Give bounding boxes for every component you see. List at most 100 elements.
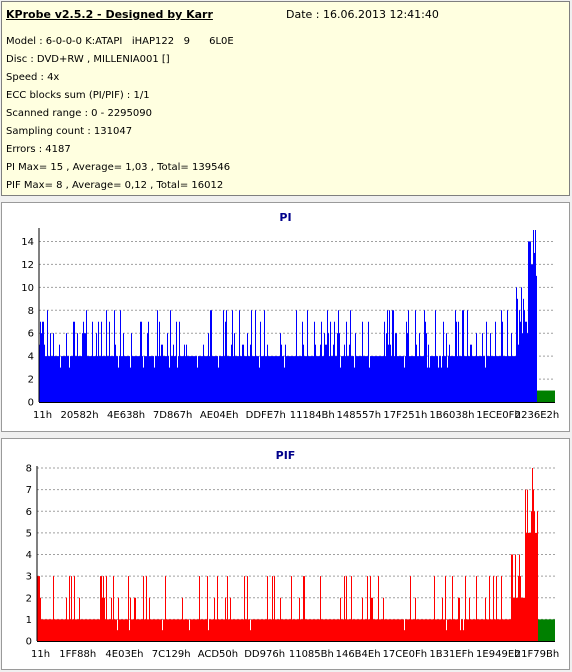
bar (497, 619, 498, 641)
bar (512, 554, 513, 641)
bar (532, 468, 533, 641)
bar (60, 367, 61, 402)
bar (93, 619, 94, 641)
bar (194, 619, 195, 641)
bar (358, 356, 359, 402)
bar (208, 630, 209, 641)
bar (518, 576, 519, 641)
bar (255, 310, 256, 402)
bar (394, 356, 395, 402)
bar (273, 619, 274, 641)
bar (470, 344, 471, 402)
bar (435, 619, 436, 641)
bar (393, 619, 394, 641)
bar (439, 356, 440, 402)
bar (317, 619, 318, 641)
bar (290, 356, 291, 402)
bar (504, 619, 505, 641)
bar (422, 619, 423, 641)
bar (280, 597, 281, 641)
bar (51, 619, 52, 641)
bar (258, 619, 259, 641)
bar (315, 619, 316, 641)
bar (314, 321, 315, 402)
bar (467, 619, 468, 641)
bar (222, 619, 223, 641)
bar (305, 356, 306, 402)
bar (384, 321, 385, 402)
bar (382, 619, 383, 641)
bar (100, 576, 101, 641)
bar (155, 356, 156, 402)
bar (487, 356, 488, 402)
bar (253, 619, 254, 641)
bar (420, 619, 421, 641)
bar (328, 333, 329, 402)
bar (106, 310, 107, 402)
bar (117, 630, 118, 641)
bar (492, 619, 493, 641)
bar (363, 619, 364, 641)
bar (97, 356, 98, 402)
x-tick-label: 1FF88h (59, 649, 96, 660)
bar (186, 619, 187, 641)
bar (425, 321, 426, 402)
bar (301, 619, 302, 641)
bar (351, 356, 352, 402)
bar (452, 356, 453, 402)
bar (496, 576, 497, 641)
bar (94, 619, 95, 641)
bar (380, 619, 381, 641)
bar (180, 619, 181, 641)
bar (477, 619, 478, 641)
y-tick-label: 2 (26, 593, 32, 604)
bar (512, 356, 513, 402)
bar (286, 356, 287, 402)
bar (96, 333, 97, 402)
bar (79, 597, 80, 641)
bar (357, 356, 358, 402)
bar (437, 619, 438, 641)
bar (237, 356, 238, 402)
bar (218, 619, 219, 641)
x-tick-label: 17F251h (383, 410, 427, 421)
bar (103, 576, 104, 641)
bar (398, 619, 399, 641)
bar (307, 619, 308, 641)
bar (515, 554, 516, 641)
bar (91, 356, 92, 402)
bar (315, 344, 316, 402)
info-pif-stats: PIF Max= 8 , Average= 0,12 , Total= 1601… (6, 180, 224, 191)
bar (303, 576, 304, 641)
bar (535, 532, 536, 641)
bar (161, 619, 162, 641)
bar (441, 367, 442, 402)
bar (346, 321, 347, 402)
bar (356, 619, 357, 641)
bar (258, 356, 259, 402)
bar (52, 356, 53, 402)
bar (457, 356, 458, 402)
y-tick-label: 6 (28, 329, 34, 340)
bar (65, 619, 66, 641)
bar (220, 356, 221, 402)
bar (358, 619, 359, 641)
bar (191, 619, 192, 641)
bar (122, 356, 123, 402)
bar (344, 576, 345, 641)
bar (223, 619, 224, 641)
bar (134, 356, 135, 402)
bar (336, 619, 337, 641)
bar (140, 321, 141, 402)
bar (533, 489, 534, 641)
bar (406, 619, 407, 641)
bar (81, 356, 82, 402)
bar (133, 356, 134, 402)
bar (520, 321, 521, 402)
bar (537, 511, 538, 641)
bar (465, 356, 466, 402)
bar (481, 356, 482, 402)
bar (246, 619, 247, 641)
bar (112, 356, 113, 402)
end-marker (537, 390, 555, 402)
